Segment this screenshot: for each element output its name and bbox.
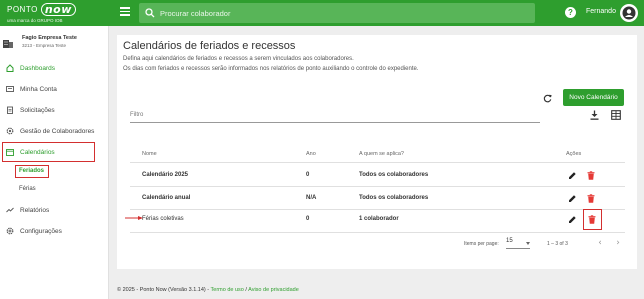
search-bar[interactable] [139, 3, 535, 23]
help-icon[interactable]: ? [565, 7, 576, 18]
sidebar-item-label: Solicitações [20, 106, 55, 114]
column-header-acoes: Ações [566, 151, 582, 157]
column-header-nome[interactable]: Nome [142, 151, 157, 157]
arrow-indicator-icon [125, 216, 143, 220]
edit-icon[interactable] [568, 215, 577, 224]
chart-icon [6, 206, 14, 214]
table-divider [130, 162, 625, 163]
pagination-range: 1 – 3 of 3 [547, 241, 568, 247]
column-header-aplica[interactable]: A quem se aplica? [359, 151, 404, 157]
sidebar: Fagio Empresa Teste 3213 - Empresa Teste… [0, 26, 109, 299]
sidebar-item-configuracoes[interactable]: Configurações [0, 224, 108, 238]
privacy-link[interactable]: Aviso de privacidade [248, 287, 299, 293]
menu-icon[interactable] [120, 7, 130, 17]
sidebar-item-label: Gestão de Colaboradores [20, 127, 95, 135]
highlight-calendarios [2, 142, 95, 162]
cell-applies: Todos os colaboradores [359, 195, 429, 201]
sidebar-item-label: Minha Conta [20, 85, 57, 93]
clipboard-icon [6, 106, 14, 114]
sidebar-subitem-ferias[interactable]: Férias [19, 186, 36, 192]
sidebar-item-label: Dashboards [20, 64, 56, 72]
search-icon [145, 8, 155, 18]
home-icon [6, 64, 14, 72]
sidebar-item-label: Relatórios [20, 206, 50, 214]
footer: © 2025 - Ponto Now (Versão 3.1.14) - Ter… [117, 287, 299, 293]
top-bar: PONTO now uma marca do GRUPO IOB ? Ferna… [0, 0, 644, 26]
gear-icon [6, 127, 14, 135]
page-title: Calendários de feriados e recessos [123, 40, 296, 52]
table-divider [130, 232, 625, 233]
cell-applies: 1 colaborador [359, 216, 399, 222]
company-selector[interactable]: Fagio Empresa Teste 3213 - Empresa Teste [3, 35, 107, 55]
card-icon [6, 85, 14, 93]
cell-name: Calendário anual [142, 195, 191, 201]
columns-icon[interactable] [611, 110, 621, 120]
company-subtitle: 3213 - Empresa Teste [22, 43, 66, 48]
chevron-down-icon [526, 242, 530, 245]
building-icon [3, 40, 13, 48]
user-avatar-icon [622, 6, 636, 20]
highlight-delete [583, 209, 602, 230]
logo-now-text: now [40, 3, 76, 16]
sidebar-item-solicitacoes[interactable]: Solicitações [0, 103, 108, 117]
logo-subtitle: uma marca do GRUPO IOB [7, 18, 63, 23]
footer-text: © 2025 - Ponto Now (Versão 3.1.14) - [117, 287, 211, 293]
cell-name: Férias coletivas [142, 216, 184, 222]
avatar[interactable] [620, 4, 638, 22]
filter-input[interactable]: Filtro [130, 109, 540, 123]
page-description-2: Os dias com feriados e recessos serão in… [123, 66, 419, 72]
highlight-feriados [15, 165, 49, 178]
prev-page-icon[interactable]: ‹ [595, 238, 605, 248]
sidebar-item-minha-conta[interactable]: Minha Conta [0, 82, 108, 96]
calendars-card: Calendários de feriados e recessos Defin… [117, 35, 637, 269]
items-per-page-select[interactable]: 15 [506, 238, 530, 249]
sidebar-item-label: Configurações [20, 227, 62, 235]
refresh-icon[interactable] [543, 94, 552, 103]
user-name: Fernando [586, 8, 616, 15]
delete-icon[interactable] [587, 194, 595, 203]
sidebar-item-relatorios[interactable]: Relatórios [0, 203, 108, 217]
download-icon[interactable] [590, 110, 599, 120]
cell-applies: Todos os colaboradores [359, 172, 429, 178]
search-input[interactable] [160, 8, 520, 18]
edit-icon[interactable] [568, 194, 577, 203]
sidebar-item-dashboards[interactable]: Dashboards [0, 61, 108, 75]
cell-name: Calendário 2025 [142, 172, 189, 178]
cell-year: N/A [306, 195, 317, 201]
sidebar-item-gestao-colaboradores[interactable]: Gestão de Colaboradores [0, 124, 108, 138]
ponto-now-logo[interactable]: PONTO now uma marca do GRUPO IOB [0, 0, 100, 26]
new-calendar-button[interactable]: Novo Calendário [563, 89, 624, 106]
delete-icon[interactable] [587, 171, 595, 180]
column-header-ano[interactable]: Ano [306, 151, 316, 157]
logo-text: PONTO [7, 4, 38, 14]
edit-icon[interactable] [568, 171, 577, 180]
items-per-page-label: Items per page: [464, 241, 499, 247]
settings-icon [6, 227, 14, 235]
cell-year: 0 [306, 216, 310, 222]
cell-year: 0 [306, 172, 310, 178]
logo-wordmark: PONTO now [7, 3, 100, 16]
company-name: Fagio Empresa Teste [22, 35, 77, 41]
table-divider [130, 209, 625, 210]
next-page-icon[interactable]: › [613, 238, 623, 248]
page-description-1: Defina aqui calendários de feriados e re… [123, 56, 354, 62]
terms-link[interactable]: Termo de uso [211, 287, 244, 293]
table-divider [130, 186, 625, 187]
items-per-page-value: 15 [506, 238, 513, 244]
